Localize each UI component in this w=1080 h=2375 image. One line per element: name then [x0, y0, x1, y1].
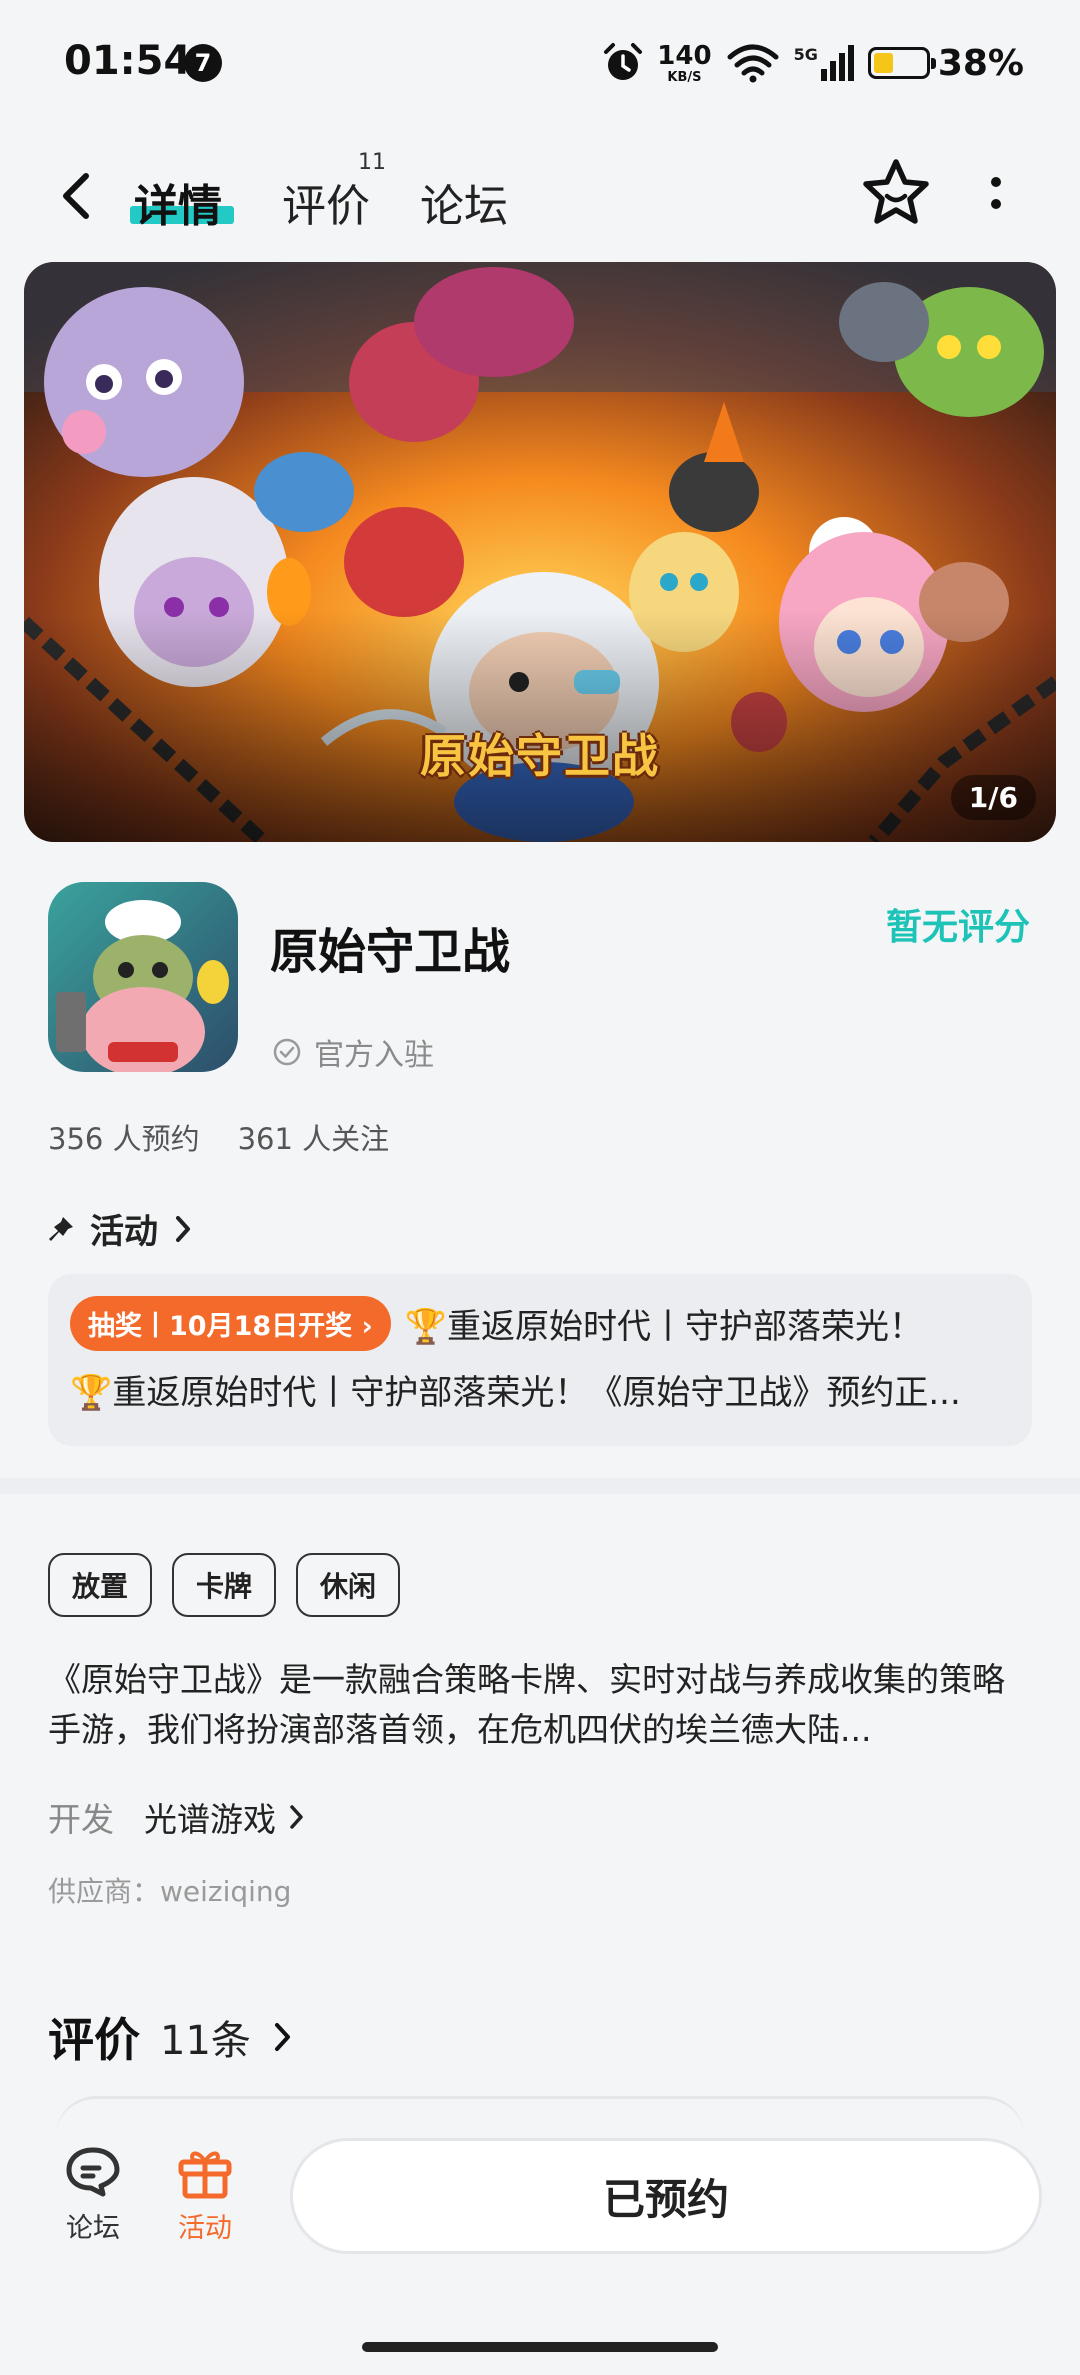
alarm-icon	[604, 43, 643, 80]
gift-icon	[178, 2151, 232, 2199]
rating-label: 暂无评分	[885, 907, 1030, 948]
wifi-icon	[727, 44, 779, 83]
tab-forum[interactable]: 论坛	[420, 170, 508, 234]
screenshot-carousel[interactable]: 原始守卫战 1/6	[24, 262, 1056, 842]
reviews-title: 评价	[48, 2013, 140, 2067]
battery-fill	[873, 53, 893, 73]
status-icons: 140 KB/S 5G 38%	[603, 38, 1024, 88]
chevron-right-icon: ›	[361, 1311, 373, 1342]
activity-header[interactable]: 活动	[46, 1204, 194, 1253]
genre-tags: 放置 卡牌 休闲	[48, 1553, 401, 1617]
activity-button[interactable]: 活动	[150, 2144, 260, 2245]
tag-idle[interactable]: 放置	[48, 1553, 153, 1617]
section-divider	[0, 1478, 1080, 1494]
developer-row[interactable]: 开发 光谱游戏	[48, 1793, 306, 1841]
tag-card[interactable]: 卡牌	[172, 1553, 277, 1617]
supplier-info: 供应商：weiziqing	[48, 1875, 292, 1908]
activity-description: 🏆重返原始时代丨守护部落荣光！《原始守卫战》预约正...	[70, 1373, 961, 1413]
battery-icon	[867, 47, 936, 79]
app-title: 原始守卫战	[270, 924, 511, 980]
activity-title: 🏆重返原始时代丨守护部落荣光！	[404, 1307, 924, 1347]
developer-label: 开发	[48, 1800, 114, 1839]
reviews-count: 11条	[160, 2018, 251, 2064]
top-nav: 详情 评价 11 论坛	[0, 140, 1080, 250]
app-stats: 356 人预约 361 人关注	[48, 1116, 389, 1158]
banner-game-logo: 原始守卫战	[420, 729, 660, 783]
lottery-tag[interactable]: 抽奖丨10月18日开奖 ›	[70, 1296, 391, 1351]
star-icon[interactable]	[858, 154, 934, 230]
reservation-count: 356 人预约	[48, 1122, 200, 1156]
home-indicator[interactable]	[362, 2342, 718, 2352]
net-speed: 140 KB/S	[657, 40, 712, 85]
carousel-counter: 1/6	[950, 775, 1036, 820]
review-card-peek	[56, 2096, 1024, 2136]
chat-icon	[66, 2147, 120, 2197]
tab-details[interactable]: 详情	[134, 170, 222, 234]
tab-reviews[interactable]: 评价	[282, 170, 370, 234]
reviews-count-badge: 11	[358, 150, 386, 175]
activity-card[interactable]: 抽奖丨10月18日开奖 › 🏆重返原始时代丨守护部落荣光！ 🏆重返原始时代丨守护…	[48, 1274, 1032, 1446]
app-icon	[48, 882, 238, 1072]
reviews-header[interactable]: 评价 11条	[48, 2004, 295, 2070]
chevron-right-icon	[176, 1215, 190, 1242]
game-description[interactable]: 《原始守卫战》是一款融合策略卡牌、实时对战与养成收集的策略手游，我们将扮演部落首…	[48, 1655, 1032, 1755]
tag-casual[interactable]: 休闲	[296, 1553, 401, 1617]
verified-badge: 官方入驻	[272, 1030, 434, 1074]
notification-badge: 7	[184, 44, 222, 82]
chevron-right-icon	[290, 1805, 303, 1829]
cell-signal-icon: 5G	[794, 45, 854, 81]
follower-count: 361 人关注	[237, 1122, 390, 1156]
back-icon[interactable]	[52, 168, 102, 224]
forum-button[interactable]: 论坛	[38, 2144, 148, 2245]
reserved-button[interactable]: 已预约	[290, 2138, 1042, 2254]
status-bar: 01:54 7 140 KB/S 5G 38%	[0, 0, 1080, 130]
check-circle-icon	[273, 1038, 301, 1066]
pin-icon	[49, 1216, 73, 1241]
developer-name: 光谱游戏	[144, 1793, 306, 1841]
more-icon[interactable]	[976, 166, 1016, 226]
chevron-right-icon	[274, 2023, 290, 2051]
battery: 38%	[867, 43, 1024, 84]
bottom-action-bar: 论坛 活动 已预约	[0, 2096, 1080, 2375]
status-time: 01:54	[64, 38, 192, 84]
